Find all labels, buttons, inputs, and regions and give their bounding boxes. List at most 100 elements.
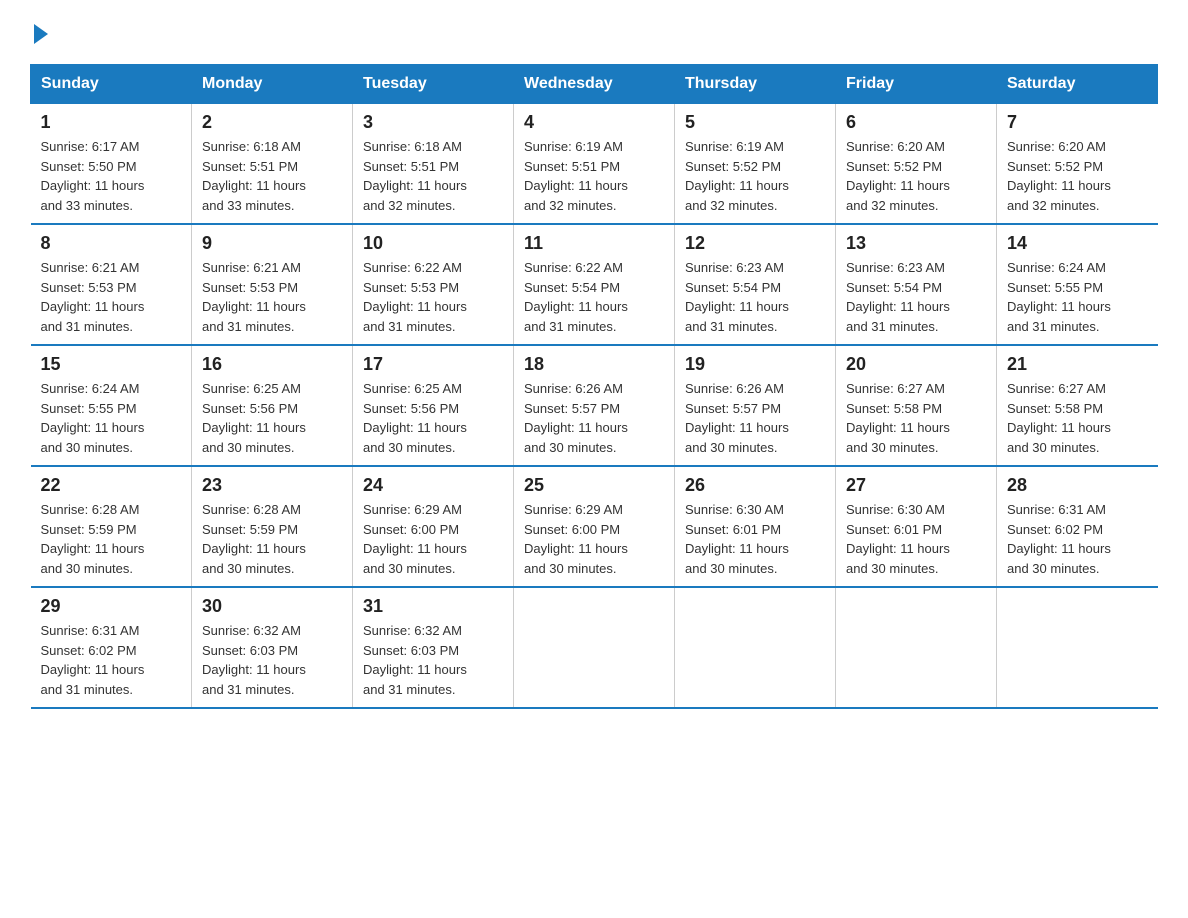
day-cell: 18Sunrise: 6:26 AMSunset: 5:57 PMDayligh… <box>514 345 675 466</box>
day-number: 19 <box>685 354 825 375</box>
day-cell: 28Sunrise: 6:31 AMSunset: 6:02 PMDayligh… <box>997 466 1158 587</box>
day-info: Sunrise: 6:25 AMSunset: 5:56 PMDaylight:… <box>202 379 342 457</box>
day-cell: 3 Sunrise: 6:18 AMSunset: 5:51 PMDaylight… <box>353 104 514 225</box>
day-info: Sunrise: 6:21 AMSunset: 5:53 PMDaylight:… <box>202 258 342 336</box>
day-cell: 23Sunrise: 6:28 AMSunset: 5:59 PMDayligh… <box>192 466 353 587</box>
day-cell <box>675 587 836 708</box>
day-cell: 15 Sunrise: 6:24 AMSunset: 5:55 PMDayligh… <box>31 345 192 466</box>
day-cell: 14 Sunrise: 6:24 AMSunset: 5:55 PMDayligh… <box>997 224 1158 345</box>
day-info: Sunrise: 6:19 AMSunset: 5:51 PMDaylight:… <box>524 137 664 215</box>
day-cell: 26 Sunrise: 6:30 AMSunset: 6:01 PMDayligh… <box>675 466 836 587</box>
day-cell: 27 Sunrise: 6:30 AMSunset: 6:01 PMDayligh… <box>836 466 997 587</box>
day-info: Sunrise: 6:22 AMSunset: 5:54 PMDaylight:… <box>524 258 664 336</box>
day-cell <box>836 587 997 708</box>
day-cell: 1 Sunrise: 6:17 AMSunset: 5:50 PMDaylight… <box>31 104 192 225</box>
day-info: Sunrise: 6:25 AMSunset: 5:56 PMDaylight:… <box>363 379 503 457</box>
day-number: 12 <box>685 233 825 254</box>
day-number: 30 <box>202 596 342 617</box>
day-info: Sunrise: 6:21 AMSunset: 5:53 PMDaylight:… <box>41 258 182 336</box>
day-number: 22 <box>41 475 182 496</box>
day-cell: 25 Sunrise: 6:29 AMSunset: 6:00 PMDayligh… <box>514 466 675 587</box>
day-cell: 29 Sunrise: 6:31 AMSunset: 6:02 PMDayligh… <box>31 587 192 708</box>
day-info: Sunrise: 6:32 AMSunset: 6:03 PMDaylight:… <box>202 621 342 699</box>
day-info: Sunrise: 6:24 AMSunset: 5:55 PMDaylight:… <box>41 379 182 457</box>
day-cell: 9 Sunrise: 6:21 AMSunset: 5:53 PMDaylight… <box>192 224 353 345</box>
page-header <box>30 20 1158 44</box>
logo-arrow-icon <box>34 24 48 44</box>
logo <box>30 20 52 44</box>
day-cell: 17 Sunrise: 6:25 AMSunset: 5:56 PMDayligh… <box>353 345 514 466</box>
day-cell: 12 Sunrise: 6:23 AMSunset: 5:54 PMDayligh… <box>675 224 836 345</box>
day-info: Sunrise: 6:20 AMSunset: 5:52 PMDaylight:… <box>846 137 986 215</box>
day-number: 1 <box>41 112 182 133</box>
day-number: 26 <box>685 475 825 496</box>
week-row-2: 8 Sunrise: 6:21 AMSunset: 5:53 PMDaylight… <box>31 224 1158 345</box>
day-info: Sunrise: 6:27 AMSunset: 5:58 PMDaylight:… <box>846 379 986 457</box>
day-number: 11 <box>524 233 664 254</box>
header-cell-monday: Monday <box>192 65 353 104</box>
day-number: 9 <box>202 233 342 254</box>
day-number: 7 <box>1007 112 1148 133</box>
day-info: Sunrise: 6:32 AMSunset: 6:03 PMDaylight:… <box>363 621 503 699</box>
day-number: 15 <box>41 354 182 375</box>
day-cell: 30 Sunrise: 6:32 AMSunset: 6:03 PMDayligh… <box>192 587 353 708</box>
day-number: 3 <box>363 112 503 133</box>
day-number: 4 <box>524 112 664 133</box>
day-cell: 19 Sunrise: 6:26 AMSunset: 5:57 PMDayligh… <box>675 345 836 466</box>
day-info: Sunrise: 6:27 AMSunset: 5:58 PMDaylight:… <box>1007 379 1148 457</box>
day-number: 2 <box>202 112 342 133</box>
day-number: 24 <box>363 475 503 496</box>
day-cell <box>997 587 1158 708</box>
day-info: Sunrise: 6:17 AMSunset: 5:50 PMDaylight:… <box>41 137 182 215</box>
day-info: Sunrise: 6:23 AMSunset: 5:54 PMDaylight:… <box>846 258 986 336</box>
day-number: 8 <box>41 233 182 254</box>
day-number: 10 <box>363 233 503 254</box>
day-cell: 8 Sunrise: 6:21 AMSunset: 5:53 PMDaylight… <box>31 224 192 345</box>
day-cell: 31 Sunrise: 6:32 AMSunset: 6:03 PMDayligh… <box>353 587 514 708</box>
day-number: 25 <box>524 475 664 496</box>
day-number: 31 <box>363 596 503 617</box>
day-info: Sunrise: 6:23 AMSunset: 5:54 PMDaylight:… <box>685 258 825 336</box>
header-cell-saturday: Saturday <box>997 65 1158 104</box>
week-row-5: 29 Sunrise: 6:31 AMSunset: 6:02 PMDayligh… <box>31 587 1158 708</box>
day-number: 16 <box>202 354 342 375</box>
day-info: Sunrise: 6:26 AMSunset: 5:57 PMDaylight:… <box>685 379 825 457</box>
day-info: Sunrise: 6:26 AMSunset: 5:57 PMDaylight:… <box>524 379 664 457</box>
day-cell: 7 Sunrise: 6:20 AMSunset: 5:52 PMDaylight… <box>997 104 1158 225</box>
header-cell-friday: Friday <box>836 65 997 104</box>
day-info: Sunrise: 6:30 AMSunset: 6:01 PMDaylight:… <box>846 500 986 578</box>
day-number: 21 <box>1007 354 1148 375</box>
day-info: Sunrise: 6:22 AMSunset: 5:53 PMDaylight:… <box>363 258 503 336</box>
day-cell: 10 Sunrise: 6:22 AMSunset: 5:53 PMDayligh… <box>353 224 514 345</box>
week-row-4: 22 Sunrise: 6:28 AMSunset: 5:59 PMDayligh… <box>31 466 1158 587</box>
day-info: Sunrise: 6:31 AMSunset: 6:02 PMDaylight:… <box>41 621 182 699</box>
day-info: Sunrise: 6:20 AMSunset: 5:52 PMDaylight:… <box>1007 137 1148 215</box>
day-info: Sunrise: 6:18 AMSunset: 5:51 PMDaylight:… <box>363 137 503 215</box>
day-cell: 4 Sunrise: 6:19 AMSunset: 5:51 PMDaylight… <box>514 104 675 225</box>
day-info: Sunrise: 6:24 AMSunset: 5:55 PMDaylight:… <box>1007 258 1148 336</box>
day-cell: 2 Sunrise: 6:18 AMSunset: 5:51 PMDaylight… <box>192 104 353 225</box>
day-number: 17 <box>363 354 503 375</box>
day-number: 29 <box>41 596 182 617</box>
day-info: Sunrise: 6:30 AMSunset: 6:01 PMDaylight:… <box>685 500 825 578</box>
day-number: 13 <box>846 233 986 254</box>
day-cell: 13 Sunrise: 6:23 AMSunset: 5:54 PMDayligh… <box>836 224 997 345</box>
day-number: 20 <box>846 354 986 375</box>
day-number: 6 <box>846 112 986 133</box>
day-info: Sunrise: 6:29 AMSunset: 6:00 PMDaylight:… <box>363 500 503 578</box>
day-info: Sunrise: 6:18 AMSunset: 5:51 PMDaylight:… <box>202 137 342 215</box>
day-cell: 20 Sunrise: 6:27 AMSunset: 5:58 PMDayligh… <box>836 345 997 466</box>
week-row-1: 1 Sunrise: 6:17 AMSunset: 5:50 PMDaylight… <box>31 104 1158 225</box>
header-cell-tuesday: Tuesday <box>353 65 514 104</box>
day-info: Sunrise: 6:28 AMSunset: 5:59 PMDaylight:… <box>41 500 182 578</box>
calendar-header: SundayMondayTuesdayWednesdayThursdayFrid… <box>31 65 1158 104</box>
day-cell: 22 Sunrise: 6:28 AMSunset: 5:59 PMDayligh… <box>31 466 192 587</box>
calendar-body: 1 Sunrise: 6:17 AMSunset: 5:50 PMDaylight… <box>31 104 1158 709</box>
day-number: 27 <box>846 475 986 496</box>
day-cell: 16 Sunrise: 6:25 AMSunset: 5:56 PMDayligh… <box>192 345 353 466</box>
day-info: Sunrise: 6:29 AMSunset: 6:00 PMDaylight:… <box>524 500 664 578</box>
day-number: 14 <box>1007 233 1148 254</box>
day-cell <box>514 587 675 708</box>
day-number: 28 <box>1007 475 1148 496</box>
day-info: Sunrise: 6:19 AMSunset: 5:52 PMDaylight:… <box>685 137 825 215</box>
